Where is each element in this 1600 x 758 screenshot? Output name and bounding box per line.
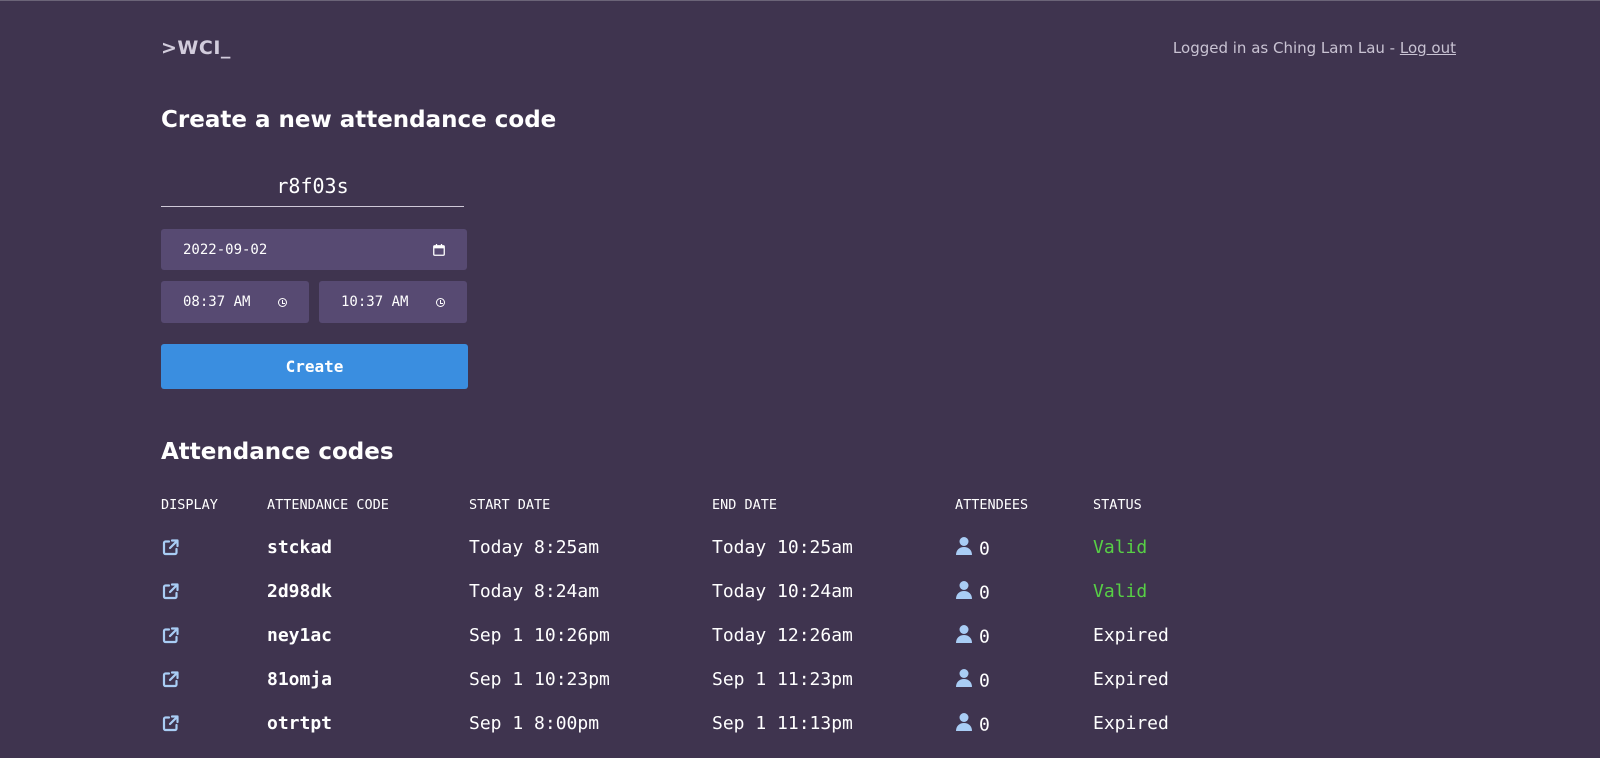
row-end-date: Sep 1 11:23pm [712, 669, 853, 690]
row-end-date: Today 10:25am [712, 537, 853, 558]
user-status: Logged in as Ching Lam Lau - Log out [1173, 39, 1456, 57]
col-status: STATUS [1093, 497, 1142, 513]
table-row: ney1ac Sep 1 10:26pm Today 12:26am 0 Expired [0, 624, 1600, 668]
user-icon [955, 536, 973, 563]
create-button[interactable]: Create [161, 344, 468, 389]
user-icon [955, 668, 973, 695]
status-badge: Expired [1093, 669, 1169, 690]
row-code: 2d98dk [267, 581, 333, 602]
user-icon [955, 580, 973, 607]
row-code: 81omja [267, 669, 333, 690]
col-end-date: END DATE [712, 497, 778, 513]
col-start-date: START DATE [469, 497, 551, 513]
row-code: otrtpt [267, 713, 333, 734]
row-attendees: 0 [955, 668, 990, 695]
status-badge: Valid [1093, 537, 1148, 558]
external-link-icon[interactable] [161, 626, 180, 652]
row-end-date: Sep 1 11:13pm [712, 713, 853, 734]
attendee-count: 0 [979, 714, 990, 736]
table-row: stckad Today 8:25am Today 10:25am 0 Valid [0, 536, 1600, 580]
user-icon [955, 712, 973, 739]
col-attendance-code: ATTENDANCE CODE [267, 497, 389, 513]
row-attendees: 0 [955, 580, 990, 607]
start-time-value: 08:37 AM [183, 294, 251, 310]
external-link-icon[interactable] [161, 538, 180, 564]
end-time-value: 10:37 AM [341, 294, 409, 310]
status-badge: Valid [1093, 581, 1148, 602]
row-start-date: Today 8:24am [469, 581, 600, 602]
row-code: ney1ac [267, 625, 333, 646]
user-icon [955, 624, 973, 651]
row-attendees: 0 [955, 624, 990, 651]
create-section-title: Create a new attendance code [161, 107, 557, 133]
row-attendees: 0 [955, 536, 990, 563]
external-link-icon[interactable] [161, 714, 180, 740]
table-row: 2d98dk Today 8:24am Today 10:24am 0 Valid [0, 580, 1600, 624]
calendar-icon[interactable] [433, 243, 445, 256]
attendee-count: 0 [979, 626, 990, 648]
logged-in-text: Logged in as Ching Lam Lau - [1172, 39, 1400, 57]
row-code: stckad [267, 537, 333, 558]
row-start-date: Sep 1 10:26pm [469, 625, 610, 646]
col-display: DISPLAY [161, 497, 218, 513]
external-link-icon[interactable] [161, 582, 180, 608]
table-row: 81omja Sep 1 10:23pm Sep 1 11:23pm 0 Expired [0, 668, 1600, 712]
date-input[interactable]: 2022-09-02 [161, 229, 467, 270]
table-row: otrtpt Sep 1 8:00pm Sep 1 11:13pm 0 Expired [0, 712, 1600, 756]
clock-icon[interactable] [436, 297, 445, 307]
row-end-date: Today 10:24am [712, 581, 853, 602]
status-badge: Expired [1093, 713, 1169, 734]
row-start-date: Sep 1 10:23pm [469, 669, 610, 690]
app-logo[interactable]: >WCI_ [161, 37, 231, 59]
col-attendees: ATTENDEES [955, 497, 1029, 513]
date-value: 2022-09-02 [183, 241, 268, 258]
row-end-date: Today 12:26am [712, 625, 853, 646]
attendee-count: 0 [979, 670, 990, 692]
row-start-date: Today 8:25am [469, 537, 600, 558]
row-attendees: 0 [955, 712, 990, 739]
row-start-date: Sep 1 8:00pm [469, 713, 600, 734]
codes-section-title: Attendance codes [161, 439, 394, 465]
attendee-count: 0 [979, 582, 990, 604]
external-link-icon[interactable] [161, 670, 180, 696]
end-time-input[interactable]: 10:37 AM [319, 281, 467, 323]
attendee-count: 0 [979, 538, 990, 560]
attendance-code-input[interactable] [161, 165, 464, 207]
status-badge: Expired [1093, 625, 1169, 646]
logout-link[interactable]: Log out [1400, 39, 1456, 57]
clock-icon[interactable] [278, 297, 287, 307]
start-time-input[interactable]: 08:37 AM [161, 281, 309, 323]
